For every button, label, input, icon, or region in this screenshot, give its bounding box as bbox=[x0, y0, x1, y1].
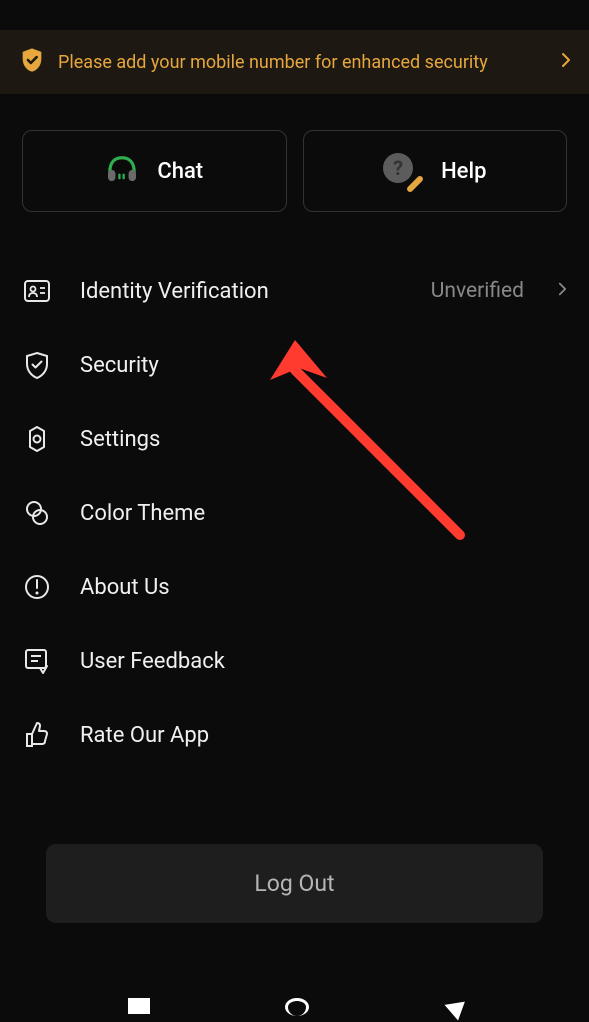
rate-label: Rate Our App bbox=[80, 723, 567, 748]
security-label: Security bbox=[80, 353, 567, 378]
shield-icon bbox=[22, 350, 52, 380]
identity-label: Identity Verification bbox=[80, 279, 403, 304]
menu-rate-app[interactable]: Rate Our App bbox=[22, 698, 567, 772]
menu-user-feedback[interactable]: User Feedback bbox=[22, 624, 567, 698]
nav-back-icon[interactable] bbox=[441, 996, 465, 1021]
menu-about-us[interactable]: About Us bbox=[22, 550, 567, 624]
android-nav-bar bbox=[0, 998, 589, 1022]
thumbs-up-icon bbox=[22, 720, 52, 750]
headset-icon bbox=[105, 155, 139, 187]
identity-status: Unverified bbox=[431, 279, 524, 303]
menu-identity-verification[interactable]: Identity Verification Unverified bbox=[22, 254, 567, 328]
feedback-icon bbox=[22, 646, 52, 676]
chevron-right-icon bbox=[561, 52, 571, 72]
security-banner[interactable]: Please add your mobile number for enhanc… bbox=[0, 30, 589, 94]
shield-check-icon bbox=[18, 46, 46, 78]
chat-button[interactable]: Chat bbox=[22, 130, 287, 212]
theme-label: Color Theme bbox=[80, 501, 567, 526]
chevron-right-icon bbox=[558, 281, 567, 301]
help-magnifier-icon: ? bbox=[383, 153, 423, 189]
chat-label: Chat bbox=[157, 159, 203, 184]
help-label: Help bbox=[441, 159, 486, 184]
menu-settings[interactable]: Settings bbox=[22, 402, 567, 476]
theme-icon bbox=[22, 498, 52, 528]
feedback-label: User Feedback bbox=[80, 649, 567, 674]
settings-label: Settings bbox=[80, 427, 567, 452]
action-button-row: Chat ? Help bbox=[0, 112, 589, 230]
menu-security[interactable]: Security bbox=[22, 328, 567, 402]
banner-text: Please add your mobile number for enhanc… bbox=[58, 52, 549, 73]
info-icon bbox=[22, 572, 52, 602]
settings-menu: Identity Verification Unverified Securit… bbox=[0, 230, 589, 772]
nav-recent-icon[interactable] bbox=[128, 998, 150, 1014]
help-button[interactable]: ? Help bbox=[303, 130, 568, 212]
about-label: About Us bbox=[80, 575, 567, 600]
id-card-icon bbox=[22, 276, 52, 306]
gear-icon bbox=[22, 424, 52, 454]
logout-label: Log Out bbox=[254, 870, 334, 897]
nav-home-icon[interactable] bbox=[285, 998, 309, 1016]
menu-color-theme[interactable]: Color Theme bbox=[22, 476, 567, 550]
logout-button[interactable]: Log Out bbox=[46, 844, 543, 923]
